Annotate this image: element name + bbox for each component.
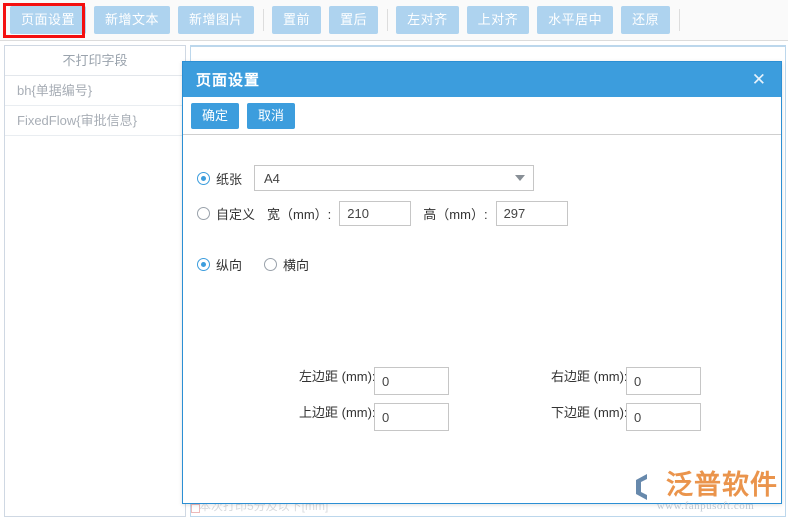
- dialog-title: 页面设置: [196, 72, 261, 89]
- toolbar-button-align-left[interactable]: 左对齐: [396, 6, 459, 34]
- toolbar-separator-1: [263, 9, 265, 31]
- paper-size-select[interactable]: A4: [254, 165, 535, 191]
- confirm-button[interactable]: 确定: [191, 102, 240, 129]
- width-label: 宽（mm）:: [267, 207, 332, 222]
- radio-portrait-label[interactable]: 纵向: [216, 255, 242, 274]
- radio-portrait[interactable]: [197, 258, 210, 271]
- toolbar-separator-3: [679, 9, 681, 31]
- left-margin-label: 左边距 (mm):: [299, 369, 376, 384]
- dialog-body: 纸张 A4 自定义 宽（mm）: 210 高（mm）: 297 纵向 横向 左边…: [183, 135, 781, 503]
- chevron-down-icon: [515, 175, 526, 181]
- paper-size-value: A4: [264, 170, 280, 186]
- radio-custom-label[interactable]: 自定义: [216, 204, 255, 223]
- top-margin-field: 上边距 (mm): 0: [197, 403, 449, 431]
- top-margin-input[interactable]: 0: [374, 403, 449, 431]
- cancel-button[interactable]: 取消: [247, 102, 296, 129]
- radio-paper-label[interactable]: 纸张: [216, 169, 242, 188]
- top-margin-label: 上边距 (mm):: [299, 405, 376, 420]
- toolbar-button-send-back[interactable]: 置后: [329, 6, 379, 34]
- bottom-margin-field: 下边距 (mm): 0: [449, 403, 701, 431]
- margins-row-bottom: 上边距 (mm): 0 下边距 (mm): 0: [197, 403, 757, 431]
- left-margin-field: 左边距 (mm): 0: [197, 367, 449, 395]
- toolbar-separator-2: [387, 9, 389, 31]
- height-input[interactable]: 297: [495, 201, 568, 226]
- non-printing-fields-panel: 不打印字段 bh{单据编号} FixedFlow{审批信息}: [4, 45, 186, 517]
- radio-custom[interactable]: [197, 207, 210, 220]
- dialog-title-bar: 页面设置 ✕: [183, 62, 781, 97]
- width-input[interactable]: 210: [339, 201, 412, 226]
- right-margin-input[interactable]: 0: [626, 367, 701, 395]
- radio-paper[interactable]: [197, 171, 210, 185]
- toolbar-button-align-center-horizontal[interactable]: 水平居中: [537, 6, 614, 34]
- toolbar-button-add-image[interactable]: 新增图片: [178, 6, 255, 34]
- page-setup-dialog: 页面设置 ✕ 确定 取消 纸张 A4 自定义 宽（mm）: 210 高（mm）:…: [182, 61, 782, 504]
- toolbar-button-restore[interactable]: 还原: [621, 6, 671, 34]
- height-label: 高（mm）:: [423, 207, 488, 222]
- toolbar-button-bring-front[interactable]: 置前: [272, 6, 322, 34]
- dialog-action-bar: 确定 取消: [183, 97, 781, 135]
- radio-landscape-label[interactable]: 横向: [283, 255, 309, 274]
- close-icon[interactable]: ✕: [749, 69, 769, 90]
- bottom-margin-label: 下边距 (mm):: [551, 405, 628, 420]
- left-margin-input[interactable]: 0: [374, 367, 449, 395]
- paper-row: 纸张 A4: [183, 165, 781, 191]
- right-margin-field: 右边距 (mm): 0: [449, 367, 701, 395]
- toolbar-button-add-text[interactable]: 新增文本: [94, 6, 171, 34]
- bottom-margin-input[interactable]: 0: [626, 403, 701, 431]
- margins-row-top: 左边距 (mm): 0 右边距 (mm): 0: [197, 367, 757, 395]
- margins-group: 左边距 (mm): 0 右边距 (mm): 0 上边距 (mm): 0 下边距 …: [197, 367, 757, 439]
- orientation-row: 纵向 横向: [183, 255, 781, 274]
- toolbar-button-align-top[interactable]: 上对齐: [466, 6, 530, 34]
- non-printing-fields-header: 不打印字段: [5, 46, 185, 76]
- list-item[interactable]: FixedFlow{审批信息}: [5, 106, 185, 136]
- main-toolbar: 页面设置 新增文本 新增图片 置前 置后 左对齐 上对齐 水平居中 还原: [0, 0, 788, 41]
- radio-landscape[interactable]: [264, 258, 278, 271]
- right-margin-label: 右边距 (mm):: [551, 369, 628, 384]
- custom-size-row: 自定义 宽（mm）: 210 高（mm）: 297: [183, 201, 781, 226]
- toolbar-button-page-setup[interactable]: 页面设置: [10, 6, 87, 34]
- list-item[interactable]: bh{单据编号}: [5, 76, 185, 106]
